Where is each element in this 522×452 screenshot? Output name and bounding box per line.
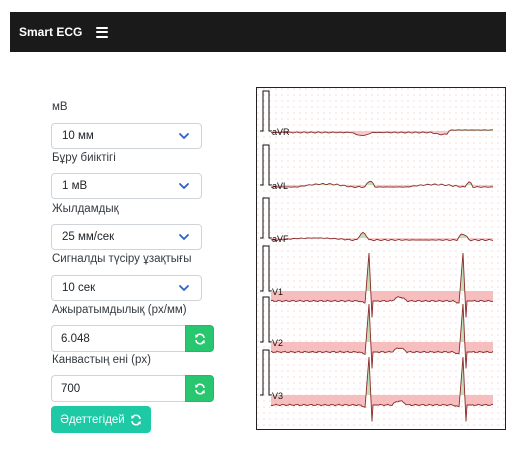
- speed-label: Жылдамдық: [52, 203, 119, 215]
- refresh-icon: [194, 333, 205, 344]
- refresh-icon: [194, 383, 205, 394]
- speed-value: 25 мм/сек: [62, 231, 115, 243]
- chevron-down-icon: [179, 285, 189, 291]
- deviation-select[interactable]: 1 мВ: [51, 173, 202, 199]
- amplitude-label: мВ: [52, 101, 68, 113]
- lead-label: V1: [272, 287, 283, 297]
- deviation-label: Бұру биіктігі: [52, 152, 116, 164]
- resolution-label: Ажыратымдылық (px/мм): [52, 304, 187, 316]
- ecg-grid: [257, 88, 505, 429]
- duration-label: Сигналды түсіру ұзақтығы: [52, 253, 192, 265]
- lead-label: V2: [272, 338, 283, 348]
- reset-label: Әдеттегідей: [60, 413, 125, 426]
- lead-label: aVF: [272, 234, 289, 244]
- amplitude-value: 10 мм: [62, 130, 94, 142]
- resolution-input[interactable]: 6.048: [51, 325, 185, 352]
- ecg-canvas: aVR aVL aVF V1 V2 V3: [256, 87, 506, 430]
- chevron-down-icon: [179, 183, 189, 189]
- chevron-down-icon: [179, 133, 189, 139]
- deviation-value: 1 мВ: [62, 180, 88, 192]
- duration-value: 10 сек: [62, 282, 96, 294]
- canvas-width-value: 700: [61, 382, 81, 395]
- amplitude-select[interactable]: 10 мм: [51, 123, 202, 149]
- canvas-width-input[interactable]: 700: [51, 375, 185, 402]
- top-navbar: Smart ECG: [10, 12, 506, 52]
- duration-select[interactable]: 10 сек: [51, 275, 202, 301]
- hamburger-icon[interactable]: [96, 26, 109, 38]
- apply-resolution-button[interactable]: [185, 325, 214, 352]
- lead-label: V3: [272, 391, 283, 401]
- chevron-down-icon: [179, 234, 189, 240]
- app-brand[interactable]: Smart ECG: [19, 25, 82, 39]
- lead-label: aVR: [272, 127, 290, 137]
- apply-canvas-width-button[interactable]: [185, 375, 214, 402]
- reset-defaults-button[interactable]: Әдеттегідей: [51, 406, 151, 433]
- resolution-value: 6.048: [61, 332, 90, 345]
- canvas-width-label: Канвастың ені (px): [52, 354, 151, 366]
- lead-label: aVL: [272, 181, 288, 191]
- refresh-icon: [130, 414, 141, 425]
- speed-select[interactable]: 25 мм/сек: [51, 224, 202, 250]
- ecg-plot: aVR aVL aVF V1 V2 V3: [257, 88, 505, 429]
